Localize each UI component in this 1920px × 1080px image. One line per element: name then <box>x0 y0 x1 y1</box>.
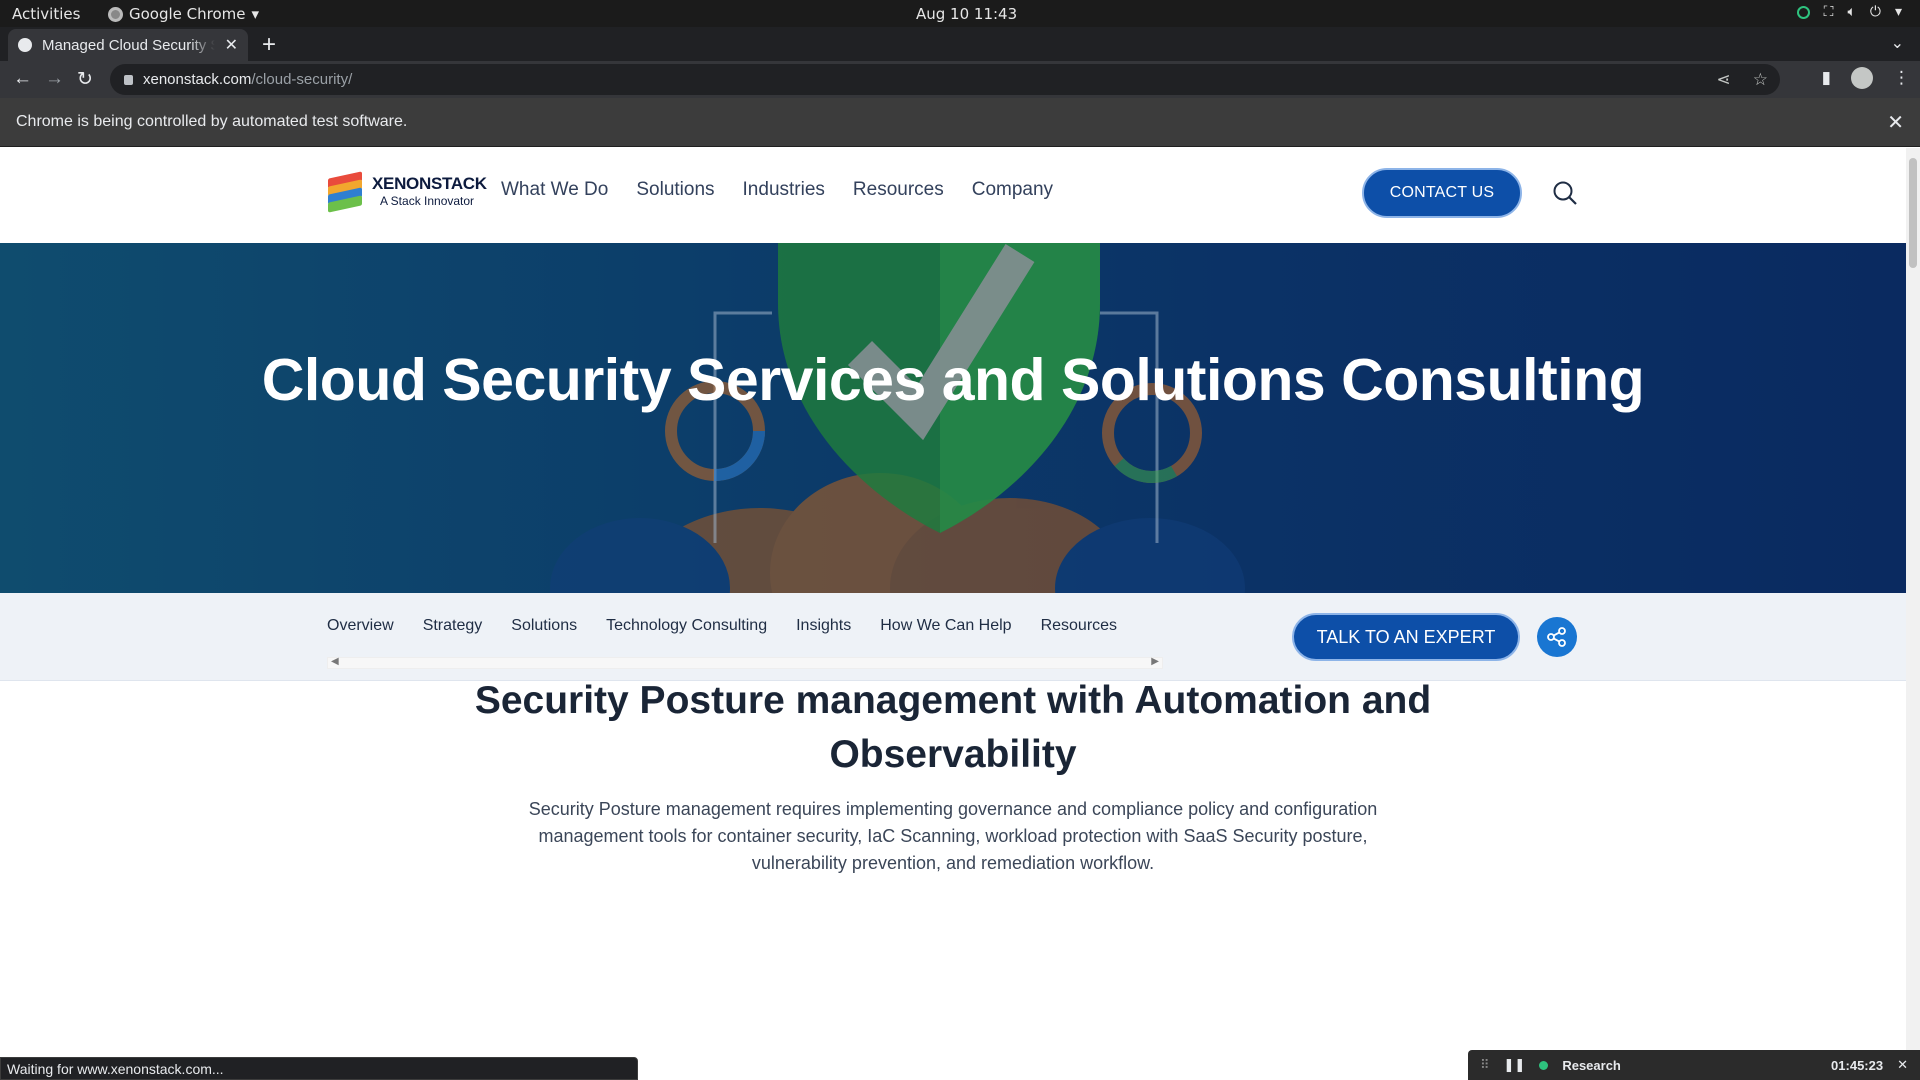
hero-banner: Cloud Security Services and Solutions Co… <box>0 243 1906 593</box>
tab-title: Managed Cloud Security Services <box>42 36 215 54</box>
scrollbar-thumb[interactable] <box>1909 158 1917 268</box>
app-menu-label: Google Chrome <box>129 5 246 23</box>
contact-us-button[interactable]: CONTACT US <box>1362 168 1522 218</box>
page-viewport: XENONSTACK A Stack Innovator What We Do … <box>0 148 1906 1080</box>
toolbar-right: ▮ ⋮ <box>1822 67 1910 89</box>
system-top-bar: Activities Google Chrome ▾ Aug 10 11:43 … <box>0 0 1920 27</box>
tab-search-icon[interactable]: ⌄ <box>1891 33 1904 53</box>
nav-solutions[interactable]: Solutions <box>636 179 714 201</box>
close-tab-icon[interactable]: ✕ <box>225 35 238 55</box>
network-icon: ⛶ <box>1823 4 1834 20</box>
reload-icon[interactable]: ↻ <box>77 68 93 91</box>
drag-handle-icon[interactable]: ⠿ <box>1480 1057 1490 1073</box>
section-title: Security Posture management with Automat… <box>474 679 1432 776</box>
recorder-widget: ⠿ ❚❚ Research 01:45:23 ✕ <box>1468 1050 1920 1080</box>
chevron-down-icon: ▾ <box>1894 4 1902 20</box>
volume-icon: 🔈︎ <box>1847 4 1856 20</box>
subnav-scrollbar[interactable]: ◀ ▶ <box>327 656 1163 669</box>
subnav-technology-consulting[interactable]: Technology Consulting <box>606 617 767 635</box>
automation-infobar: Chrome is being controlled by automated … <box>0 98 1920 147</box>
browser-tab-active[interactable]: Managed Cloud Security Services ✕ <box>8 29 248 61</box>
subnav-strategy[interactable]: Strategy <box>423 617 483 635</box>
subnav-insights[interactable]: Insights <box>796 617 851 635</box>
xenonstack-logo-icon <box>326 171 366 213</box>
chrome-icon <box>108 6 123 22</box>
recorder-timer: 01:45:23 <box>1831 1057 1884 1073</box>
nav-company[interactable]: Company <box>972 179 1053 201</box>
loading-status: Waiting for www.xenonstack.com... <box>0 1057 638 1080</box>
power-icon: ⏻ <box>1869 4 1881 20</box>
hero-title: Cloud Security Services and Solutions Co… <box>261 347 1645 413</box>
back-icon[interactable]: ← <box>13 68 32 90</box>
new-tab-button[interactable]: + <box>262 31 276 59</box>
forward-icon[interactable]: → <box>45 68 64 90</box>
share-icon <box>1547 627 1566 647</box>
section-description: Security Posture management requires imp… <box>528 799 1378 873</box>
globe-icon <box>18 38 32 52</box>
scroll-left-icon[interactable]: ◀ <box>331 656 339 667</box>
subnav-resources[interactable]: Resources <box>1041 617 1117 635</box>
share-icon[interactable]: ⋖ <box>1717 70 1731 90</box>
talk-to-expert-button[interactable]: TALK TO AN EXPERT <box>1292 613 1520 661</box>
search-icon[interactable] <box>1552 180 1578 206</box>
scroll-right-icon[interactable]: ▶ <box>1151 656 1159 667</box>
status-ok-icon <box>1796 5 1810 19</box>
browser-toolbar: ← → ↻ xenonstack.com/cloud-security/ ⋖ ☆… <box>0 61 1920 98</box>
clock[interactable]: Aug 10 11:43 <box>916 5 1017 23</box>
url-host: xenonstack.com <box>143 71 252 88</box>
app-menu[interactable]: Google Chrome ▾ <box>108 5 259 23</box>
address-bar-actions: ⋖ ☆ <box>1717 70 1769 90</box>
profile-avatar[interactable] <box>1851 67 1873 89</box>
lock-icon[interactable] <box>124 74 133 85</box>
bookmark-star-icon[interactable]: ☆ <box>1753 70 1768 90</box>
close-icon[interactable]: ✕ <box>1897 1057 1908 1073</box>
logo-brand: XENONSTACK <box>372 174 487 193</box>
tab-strip: Managed Cloud Security Services ✕ + ⌄ <box>0 27 1920 61</box>
nav-industries[interactable]: Industries <box>743 179 825 201</box>
logo-tagline: A Stack Innovator <box>380 194 475 208</box>
nav-what-we-do[interactable]: What We Do <box>501 179 608 201</box>
recording-indicator-icon <box>1539 1060 1549 1070</box>
subnav-solutions[interactable]: Solutions <box>511 617 577 635</box>
infobar-message: Chrome is being controlled by automated … <box>16 113 408 130</box>
site-logo[interactable]: XENONSTACK A Stack Innovator <box>326 171 487 213</box>
pause-icon[interactable]: ❚❚ <box>1504 1057 1526 1073</box>
address-bar[interactable]: xenonstack.com/cloud-security/ ⋖ ☆ <box>110 64 1780 95</box>
system-tray[interactable]: ⛶ 🔈︎ ⏻ ▾ <box>1796 4 1902 20</box>
url-path: /cloud-security/ <box>251 71 353 88</box>
page-section-nav: Overview Strategy Solutions Technology C… <box>0 593 1906 681</box>
recorder-label: Research <box>1562 1057 1621 1073</box>
chevron-down-icon: ▾ <box>251 5 260 23</box>
close-icon[interactable]: ✕ <box>1887 110 1904 135</box>
subnav-how-we-can-help[interactable]: How We Can Help <box>880 617 1011 635</box>
activities-button[interactable]: Activities <box>12 5 80 23</box>
nav-resources[interactable]: Resources <box>853 179 944 201</box>
menu-kebab-icon[interactable]: ⋮ <box>1893 68 1910 88</box>
share-button[interactable] <box>1537 617 1577 657</box>
page-scrollbar[interactable] <box>1906 148 1920 1080</box>
main-nav: What We Do Solutions Industries Resource… <box>501 179 1053 201</box>
side-panel-icon[interactable]: ▮ <box>1822 68 1831 88</box>
site-header: XENONSTACK A Stack Innovator What We Do … <box>0 148 1906 243</box>
subnav-overview[interactable]: Overview <box>327 617 394 635</box>
